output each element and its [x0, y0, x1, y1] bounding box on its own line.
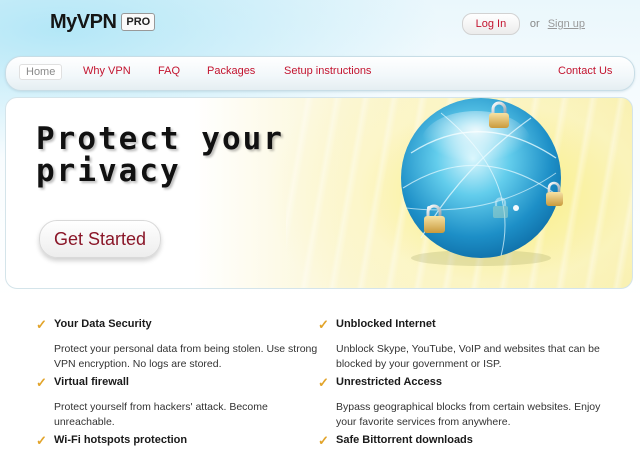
nav-home[interactable]: Home: [19, 64, 63, 80]
check-icon: ✓: [318, 375, 329, 390]
feature-title: Wi-Fi hotspots protection: [54, 434, 188, 446]
feature-description: Unblock Skype, YouTube, VoIP and website…: [336, 343, 600, 370]
get-started-button[interactable]: Get Started: [39, 220, 161, 258]
signup-link[interactable]: Sign up: [548, 18, 585, 30]
feature-title: Virtual firewall: [54, 376, 129, 388]
hero-title-line-1: Protect your: [36, 121, 284, 157]
logo-pro-badge: PRO: [121, 13, 156, 31]
globe-icon: [401, 98, 563, 266]
check-icon: ✓: [36, 433, 47, 448]
auth-links: Log In or Sign up: [461, 13, 585, 35]
feature-title: Unrestricted Access: [336, 376, 442, 388]
login-button[interactable]: Log In: [461, 13, 520, 35]
logo-text: MyVPN: [50, 10, 117, 33]
feature-description: Protect your personal data from being st…: [54, 343, 318, 370]
nav-why-vpn[interactable]: Why VPN: [83, 65, 131, 77]
hero-title: Protect your privacy: [36, 123, 284, 187]
nav-faq[interactable]: FAQ: [158, 65, 180, 77]
feature-description: Bypass geographical blocks from certain …: [336, 401, 601, 428]
nav-setup-instructions[interactable]: Setup instructions: [284, 65, 371, 77]
nav-contact-us[interactable]: Contact Us: [558, 65, 612, 77]
feature-title: Safe Bittorrent downloads: [336, 434, 473, 446]
feature-description: Protect yourself from hackers' attack. B…: [54, 401, 268, 428]
main-nav: Home Why VPN FAQ Packages Setup instruct…: [5, 56, 635, 91]
logo[interactable]: MyVPN PRO: [50, 9, 156, 35]
hero-title-line-2: privacy: [36, 153, 181, 189]
feature-title: Unblocked Internet: [336, 318, 436, 330]
globe-highlight: [421, 111, 531, 175]
hero-banner: Protect your privacy Get Started: [5, 97, 633, 289]
auth-or-text: or: [529, 18, 540, 30]
check-icon: ✓: [318, 433, 329, 448]
check-icon: ✓: [318, 317, 329, 332]
check-icon: ✓: [36, 317, 47, 332]
feature-title: Your Data Security: [54, 318, 152, 330]
nav-packages[interactable]: Packages: [207, 65, 255, 77]
check-icon: ✓: [36, 375, 47, 390]
